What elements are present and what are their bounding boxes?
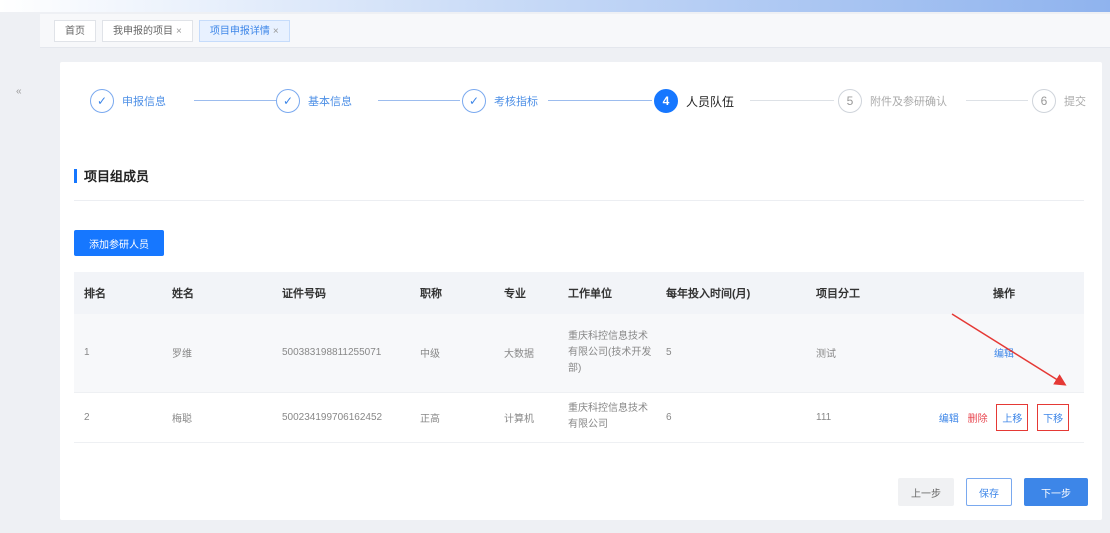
tab-label: 我申报的项目 xyxy=(113,25,173,37)
cell-role: 测试 xyxy=(806,314,924,393)
section-title-text: 项目组成员 xyxy=(84,169,150,184)
cell-months: 5 xyxy=(656,314,806,393)
check-icon: ✓ xyxy=(462,89,486,113)
move-down-button[interactable]: 下移 xyxy=(1037,403,1070,431)
col-org: 工作单位 xyxy=(568,288,612,300)
step-label: 基本信息 xyxy=(308,96,352,108)
check-icon: ✓ xyxy=(276,89,300,113)
cell-id: 500234199706162452 xyxy=(272,392,410,443)
step-5[interactable]: 5 附件及参研确认 xyxy=(838,88,947,114)
cell-title: 正高 xyxy=(410,392,494,443)
cell-id: 500383198811255071 xyxy=(272,314,410,393)
footer-buttons: 上一步 保存 下一步 xyxy=(886,478,1088,506)
members-table: 排名 姓名 证件号码 职称 专业 工作单位 每年投入时间(月) 项目分工 操作 … xyxy=(74,272,1084,443)
tab-project-detail[interactable]: 项目申报详情 × xyxy=(198,19,290,42)
next-step-button[interactable]: 下一步 xyxy=(1024,478,1088,506)
cell-actions: 编辑 删除 上移 下移 xyxy=(924,392,1084,443)
save-button[interactable]: 保存 xyxy=(966,478,1012,506)
cell-actions: 编辑 xyxy=(924,314,1084,393)
steps-progress: ✓ 申报信息 ✓ 基本信息 ✓ 考核指标 4 人员队伍 5 附件及参研确认 6 … xyxy=(90,88,1090,118)
col-actions: 操作 xyxy=(993,288,1015,300)
col-major: 专业 xyxy=(504,288,526,300)
table-row: 1 罗维 500383198811255071 中级 大数据 重庆科控信息技术有… xyxy=(74,314,1084,393)
tab-my-projects[interactable]: 我申报的项目 × xyxy=(102,19,193,42)
top-gradient-bar xyxy=(0,0,1110,12)
col-title: 职称 xyxy=(420,288,442,300)
cell-name: 梅聪 xyxy=(162,392,272,443)
step-label: 人员队伍 xyxy=(686,94,735,109)
content-card: ✓ 申报信息 ✓ 基本信息 ✓ 考核指标 4 人员队伍 5 附件及参研确认 6 … xyxy=(60,62,1102,520)
step-label: 提交 xyxy=(1064,96,1086,108)
move-up-button[interactable]: 上移 xyxy=(996,403,1029,431)
step-1[interactable]: ✓ 申报信息 xyxy=(90,88,166,114)
col-id: 证件号码 xyxy=(282,288,326,300)
step-4[interactable]: 4 人员队伍 xyxy=(654,88,734,114)
step-label: 附件及参研确认 xyxy=(870,96,947,108)
divider xyxy=(74,200,1084,201)
table-row: 2 梅聪 500234199706162452 正高 计算机 重庆科控信息技术有… xyxy=(74,392,1084,443)
section-title: 项目组成员 xyxy=(74,166,149,185)
tab-bar: 首页 我申报的项目 × 项目申报详情 × xyxy=(40,14,1110,48)
step-connector xyxy=(966,100,1028,101)
step-3[interactable]: ✓ 考核指标 xyxy=(462,88,538,114)
cell-months: 6 xyxy=(656,392,806,443)
tab-label: 首页 xyxy=(65,25,85,37)
close-icon[interactable]: × xyxy=(176,26,182,37)
step-label: 申报信息 xyxy=(122,96,166,108)
sidebar-collapse-icon[interactable]: « xyxy=(16,86,22,97)
close-icon[interactable]: × xyxy=(273,26,279,37)
edit-button[interactable]: 编辑 xyxy=(994,345,1014,360)
table-header-row: 排名 姓名 证件号码 职称 专业 工作单位 每年投入时间(月) 项目分工 操作 xyxy=(74,272,1084,314)
tab-label: 项目申报详情 xyxy=(209,25,270,37)
step-connector xyxy=(194,100,278,101)
check-icon: ✓ xyxy=(90,89,114,113)
col-months: 每年投入时间(月) xyxy=(666,288,751,300)
cell-major: 计算机 xyxy=(494,392,558,443)
col-role: 项目分工 xyxy=(816,288,860,300)
section-accent-bar xyxy=(74,168,77,183)
cell-rank: 1 xyxy=(74,314,162,393)
cell-role: 111 xyxy=(806,392,924,443)
step-6[interactable]: 6 提交 xyxy=(1032,88,1086,114)
add-member-button[interactable]: 添加参研人员 xyxy=(74,230,164,256)
cell-rank: 2 xyxy=(74,392,162,443)
delete-button[interactable]: 删除 xyxy=(968,410,988,425)
step-connector xyxy=(548,100,652,101)
step-connector xyxy=(378,100,460,101)
cell-major: 大数据 xyxy=(494,314,558,393)
cell-title: 中级 xyxy=(410,314,494,393)
prev-step-button[interactable]: 上一步 xyxy=(898,478,954,506)
step-number: 5 xyxy=(838,89,862,113)
cell-name: 罗维 xyxy=(162,314,272,393)
cell-org: 重庆科控信息技术有限公司(技术开发部) xyxy=(558,314,656,393)
step-number: 6 xyxy=(1032,89,1056,113)
step-2[interactable]: ✓ 基本信息 xyxy=(276,88,352,114)
step-connector xyxy=(750,100,834,101)
col-name: 姓名 xyxy=(172,288,194,300)
cell-org: 重庆科控信息技术有限公司 xyxy=(558,392,656,443)
col-rank: 排名 xyxy=(84,288,106,300)
edit-button[interactable]: 编辑 xyxy=(939,410,959,425)
tab-home[interactable]: 首页 xyxy=(54,19,96,42)
step-label: 考核指标 xyxy=(494,96,538,108)
step-number: 4 xyxy=(654,89,678,113)
